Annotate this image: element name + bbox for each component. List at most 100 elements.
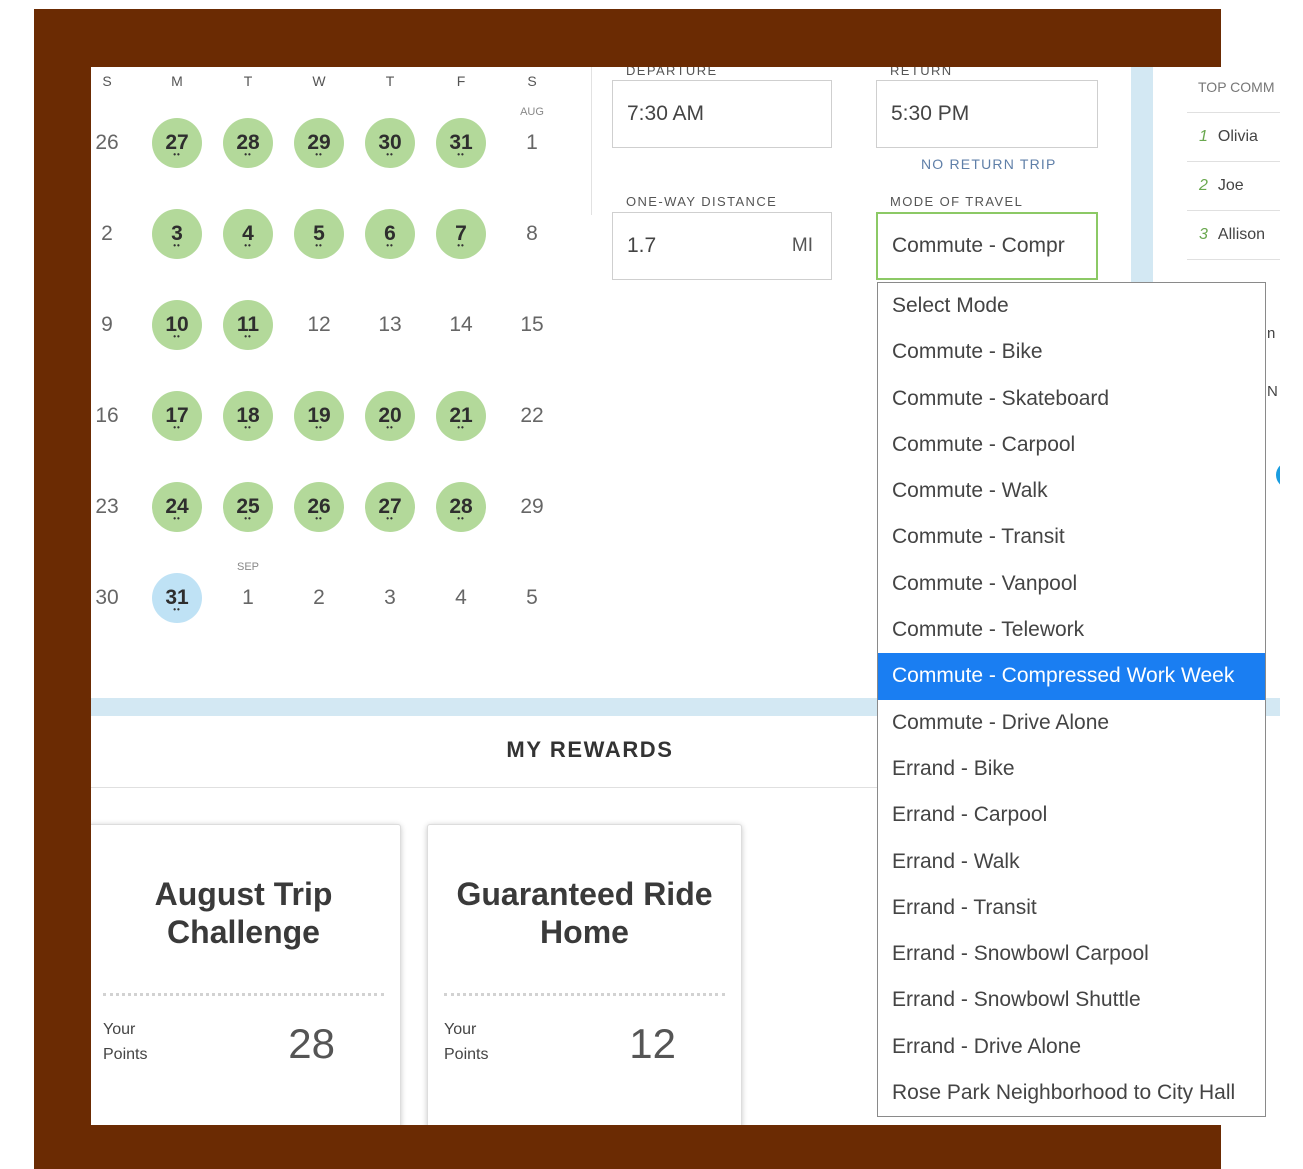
- reward-card-guaranteed-ride[interactable]: Guaranteed Ride Home Your Points 12: [427, 824, 742, 1125]
- calendar-day[interactable]: 29 ••: [294, 118, 344, 168]
- calendar-day[interactable]: 28 ••: [223, 118, 273, 168]
- points-label: Your Points: [444, 1017, 488, 1067]
- no-return-trip-link[interactable]: NO RETURN TRIP: [921, 156, 1057, 172]
- mode-option[interactable]: Commute - Telework: [878, 607, 1265, 653]
- calendar-day[interactable]: 28 ••: [436, 482, 486, 532]
- day-number: 2: [101, 222, 113, 245]
- calendar-day[interactable]: 8: [507, 209, 557, 259]
- trip-indicator-dots: ••: [173, 332, 181, 341]
- calendar-day[interactable]: 27 ••: [365, 482, 415, 532]
- points-label: Your Points: [103, 1017, 147, 1067]
- calendar-day[interactable]: 7 ••: [436, 209, 486, 259]
- mode-option[interactable]: Commute - Drive Alone: [878, 700, 1265, 746]
- calendar-day[interactable]: 10 ••: [152, 300, 202, 350]
- calendar-day[interactable]: 3 ••: [152, 209, 202, 259]
- calendar-day[interactable]: 29: [507, 482, 557, 532]
- mode-option-selected[interactable]: Commute - Compressed Work Week: [878, 653, 1265, 700]
- trip-indicator-dots: ••: [315, 514, 323, 523]
- calendar-day[interactable]: 19 ••: [294, 391, 344, 441]
- mode-of-travel-dropdown-list: Select Mode Commute - Bike Commute - Skate…: [877, 282, 1266, 1117]
- distance-input[interactable]: 1.7 MI: [612, 212, 832, 280]
- leaderboard-name: Allison: [1217, 226, 1266, 243]
- calendar-day[interactable]: 15: [507, 300, 557, 350]
- mode-of-travel-select[interactable]: Commute - Compr: [876, 212, 1098, 280]
- mode-option[interactable]: Errand - Snowbowl Carpool: [878, 931, 1265, 977]
- mode-option[interactable]: Errand - Drive Alone: [878, 1024, 1265, 1070]
- departure-label: DEPARTURE: [626, 67, 718, 78]
- calendar-day[interactable]: 16: [91, 391, 132, 441]
- leaderboard-row[interactable]: 2 Joe: [1187, 161, 1280, 210]
- distance-label: ONE-WAY DISTANCE: [626, 194, 778, 209]
- leaderboard-row[interactable]: 1 Olivia: [1187, 112, 1280, 161]
- calendar-day[interactable]: 4: [436, 573, 486, 623]
- leaderboard-rank: 2: [1199, 177, 1208, 194]
- calendar-day[interactable]: 1: [507, 118, 557, 168]
- calendar-day[interactable]: 2: [91, 209, 132, 259]
- calendar-day[interactable]: 22: [507, 391, 557, 441]
- leaderboard-name: Olivia: [1217, 128, 1258, 145]
- return-time-field[interactable]: 5:30 PM: [876, 80, 1098, 148]
- trip-indicator-dots: ••: [173, 423, 181, 432]
- calendar-day[interactable]: 26 ••: [294, 482, 344, 532]
- trip-indicator-dots: ••: [315, 241, 323, 250]
- calendar-day[interactable]: 26: [91, 118, 132, 168]
- mode-option[interactable]: Errand - Carpool: [878, 792, 1265, 838]
- calendar-day[interactable]: 25 ••: [223, 482, 273, 532]
- departure-time-field[interactable]: 7:30 AM: [612, 80, 832, 148]
- mode-option[interactable]: Rose Park Neighborhood to City Hall: [878, 1070, 1265, 1116]
- trip-indicator-dots: ••: [457, 150, 465, 159]
- calendar-day[interactable]: 1: [223, 573, 273, 623]
- weekday-header: M: [171, 73, 183, 89]
- mode-option[interactable]: Commute - Bike: [878, 329, 1265, 375]
- mode-option[interactable]: Commute - Skateboard: [878, 376, 1265, 422]
- calendar-day[interactable]: 24 ••: [152, 482, 202, 532]
- mode-option[interactable]: Commute - Walk: [878, 468, 1265, 514]
- frame-bottom: [34, 1125, 1221, 1169]
- calendar-day[interactable]: 30 ••: [365, 118, 415, 168]
- mode-option[interactable]: Errand - Transit: [878, 885, 1265, 931]
- calendar-day[interactable]: 18 ••: [223, 391, 273, 441]
- mode-option[interactable]: Errand - Bike: [878, 746, 1265, 792]
- mode-option[interactable]: Errand - Snowbowl Shuttle: [878, 977, 1265, 1023]
- trip-indicator-dots: ••: [457, 241, 465, 250]
- calendar-day[interactable]: 23: [91, 482, 132, 532]
- calendar-day[interactable]: 4 ••: [223, 209, 273, 259]
- day-number: 16: [95, 404, 119, 427]
- calendar-day[interactable]: 6 ••: [365, 209, 415, 259]
- calendar-day[interactable]: 13: [365, 300, 415, 350]
- calendar-day[interactable]: 11 ••: [223, 300, 273, 350]
- leaderboard-row[interactable]: 3 Allison: [1187, 210, 1280, 259]
- calendar-day[interactable]: 9: [91, 300, 132, 350]
- reward-card-august-trip[interactable]: August Trip Challenge Your Points 28: [91, 824, 401, 1125]
- mode-option[interactable]: Commute - Vanpool: [878, 561, 1265, 607]
- leaderboard-partial-text: n: [1267, 325, 1276, 342]
- top-commuters-title: TOP COMM: [1198, 79, 1275, 95]
- calendar-day[interactable]: 12: [294, 300, 344, 350]
- points-label-line: Your: [103, 1021, 136, 1038]
- calendar-day[interactable]: 31 ••: [436, 118, 486, 168]
- calendar-day[interactable]: 5: [507, 573, 557, 623]
- calendar-day[interactable]: 17 ••: [152, 391, 202, 441]
- mode-option[interactable]: Select Mode: [878, 283, 1265, 329]
- trip-indicator-dots: ••: [244, 150, 252, 159]
- mode-option[interactable]: Commute - Carpool: [878, 422, 1265, 468]
- trip-indicator-dots: ••: [244, 332, 252, 341]
- calendar-day[interactable]: 27 ••: [152, 118, 202, 168]
- calendar-day-today[interactable]: 31 ••: [152, 573, 202, 623]
- month-marker: AUG: [520, 106, 544, 118]
- day-number: 22: [520, 404, 544, 427]
- trip-indicator-dots: ••: [173, 514, 181, 523]
- points-value: 12: [629, 1020, 676, 1067]
- calendar-day[interactable]: 14: [436, 300, 486, 350]
- calendar-day[interactable]: 2: [294, 573, 344, 623]
- reward-title-line: Guaranteed Ride: [456, 876, 713, 912]
- leaderboard-rank: 1: [1199, 128, 1208, 145]
- mode-option[interactable]: Errand - Walk: [878, 839, 1265, 885]
- calendar-day[interactable]: 5 ••: [294, 209, 344, 259]
- calendar-day[interactable]: 20 ••: [365, 391, 415, 441]
- mode-select-value: Commute - Compr: [892, 234, 1065, 257]
- mode-option[interactable]: Commute - Transit: [878, 514, 1265, 560]
- calendar-day[interactable]: 30: [91, 573, 132, 623]
- calendar-day[interactable]: 3: [365, 573, 415, 623]
- calendar-day[interactable]: 21 ••: [436, 391, 486, 441]
